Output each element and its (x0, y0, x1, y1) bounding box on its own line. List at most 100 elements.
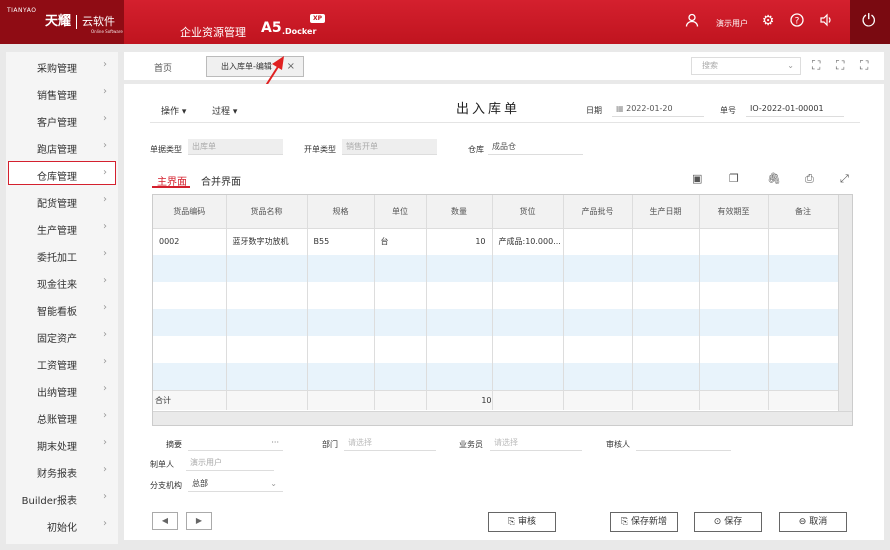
sidebar-item-17[interactable]: 初始化 › (8, 512, 116, 536)
table-cell[interactable] (768, 363, 839, 390)
table-cell[interactable] (226, 336, 308, 363)
sidebar-item-10[interactable]: 固定资产 › (8, 323, 116, 347)
column-header[interactable]: 数量 (426, 195, 493, 229)
table-cell[interactable] (226, 309, 308, 336)
column-header[interactable]: 单位 (374, 195, 427, 229)
expand-icon[interactable]: ⛶ (860, 58, 868, 72)
username[interactable]: 演示用户 (716, 18, 748, 29)
attachment-icon[interactable]: 🖇 (767, 172, 781, 185)
sidebar-item-7[interactable]: 委托加工 › (8, 242, 116, 266)
table-cell[interactable] (699, 228, 769, 255)
next-record-button[interactable]: ▶ (186, 512, 212, 530)
table-cell[interactable] (226, 282, 308, 309)
table-cell[interactable] (226, 363, 308, 390)
prev-record-button[interactable]: ◀ (152, 512, 178, 530)
table-cell[interactable] (632, 282, 700, 309)
search-input[interactable]: 搜索 ⌄ (691, 57, 801, 75)
table-cell[interactable]: 10 (426, 228, 493, 255)
table-row[interactable] (153, 363, 839, 390)
sidebar-item-11[interactable]: 工资管理 › (8, 350, 116, 374)
table-cell[interactable] (632, 363, 700, 390)
table-cell[interactable]: 台 (374, 228, 427, 255)
horizontal-scrollbar[interactable] (153, 411, 852, 425)
date-field[interactable]: ▦ 2022-01-20 (612, 101, 704, 117)
table-cell[interactable] (374, 336, 427, 363)
sidebar-item-2[interactable]: 客户管理 › (8, 107, 116, 131)
tab-merge-view[interactable]: 合并界面 (201, 173, 241, 188)
calendar-icon[interactable]: ▣ (692, 172, 702, 185)
table-cell[interactable] (768, 309, 839, 336)
table-cell[interactable] (426, 363, 493, 390)
sidebar-item-5[interactable]: 配货管理 › (8, 188, 116, 212)
column-header[interactable]: 备注 (768, 195, 839, 229)
table-cell[interactable] (374, 282, 427, 309)
table-cell[interactable] (307, 282, 375, 309)
table-cell[interactable] (492, 282, 564, 309)
table-cell[interactable] (153, 309, 227, 336)
table-cell[interactable] (307, 363, 375, 390)
focus-icon[interactable]: ⛶ (836, 58, 844, 72)
table-cell[interactable] (374, 255, 427, 282)
table-cell[interactable] (563, 363, 633, 390)
warehouse-field[interactable]: 成品仓 (488, 139, 583, 155)
sidebar-item-3[interactable]: 跑店管理 › (8, 134, 116, 158)
column-header[interactable]: 有效期至 (699, 195, 769, 229)
table-cell[interactable] (426, 255, 493, 282)
table-cell[interactable] (563, 228, 633, 255)
table-cell[interactable] (426, 309, 493, 336)
gear-icon[interactable]: ⚙ (760, 13, 776, 29)
table-cell[interactable] (492, 309, 564, 336)
summary-field[interactable]: ··· (188, 435, 283, 451)
cancel-button[interactable]: ⊖ 取消 (779, 512, 847, 532)
save-new-button[interactable]: ⎘ 保存新增 (610, 512, 678, 532)
table-cell[interactable] (492, 255, 564, 282)
table-cell[interactable] (699, 282, 769, 309)
column-header[interactable]: 生产日期 (632, 195, 700, 229)
table-cell[interactable] (632, 228, 700, 255)
table-cell[interactable] (768, 282, 839, 309)
table-cell[interactable] (699, 255, 769, 282)
table-cell[interactable]: 蓝牙数字功放机 (226, 228, 308, 255)
help-icon[interactable]: ? (789, 13, 805, 29)
table-cell[interactable] (768, 255, 839, 282)
power-button[interactable]: ⏻ (850, 0, 890, 44)
table-cell[interactable] (153, 282, 227, 309)
table-cell[interactable] (563, 336, 633, 363)
table-cell[interactable] (632, 309, 700, 336)
table-cell[interactable] (632, 255, 700, 282)
sidebar-item-14[interactable]: 期末处理 › (8, 431, 116, 455)
menu-operations[interactable]: 操作 ▾ (161, 104, 186, 117)
table-cell[interactable]: B55 (307, 228, 375, 255)
table-row[interactable] (153, 336, 839, 363)
table-row[interactable] (153, 255, 839, 282)
table-cell[interactable] (699, 309, 769, 336)
table-row[interactable]: 0002 蓝牙数字功放机 B55 台 10 产成品:10.000... (153, 228, 839, 255)
table-cell[interactable] (699, 363, 769, 390)
maximize-icon[interactable]: ⤢ (840, 172, 849, 186)
sidebar-item-1[interactable]: 销售管理 › (8, 80, 116, 104)
fullscreen-icon[interactable]: ⛶ (812, 58, 820, 72)
sidebar-item-16[interactable]: Builder报表 › (8, 485, 116, 509)
sidebar-item-4[interactable]: 仓库管理 › (8, 161, 116, 185)
docno-field[interactable]: IO-2022-01-00001 (746, 101, 844, 117)
speaker-icon[interactable] (818, 13, 834, 29)
table-cell[interactable] (492, 336, 564, 363)
column-header[interactable]: 货品名称 (226, 195, 308, 229)
table-cell[interactable] (153, 336, 227, 363)
table-cell[interactable] (699, 336, 769, 363)
branch-select[interactable]: 总部 ⌄ (188, 476, 283, 492)
dept-field[interactable]: 请选择 (344, 435, 436, 451)
tab-home[interactable]: 首页 (154, 61, 172, 74)
table-cell[interactable]: 产成品:10.000... (492, 228, 564, 255)
table-cell[interactable] (563, 282, 633, 309)
copy-icon[interactable]: ❐ (729, 172, 739, 185)
sidebar-item-13[interactable]: 总账管理 › (8, 404, 116, 428)
table-cell[interactable] (153, 363, 227, 390)
table-cell[interactable] (307, 309, 375, 336)
table-cell[interactable] (374, 309, 427, 336)
table-cell[interactable] (492, 363, 564, 390)
user-icon[interactable] (684, 13, 700, 29)
column-header[interactable]: 规格 (307, 195, 375, 229)
table-cell[interactable] (768, 228, 839, 255)
table-cell[interactable] (426, 336, 493, 363)
